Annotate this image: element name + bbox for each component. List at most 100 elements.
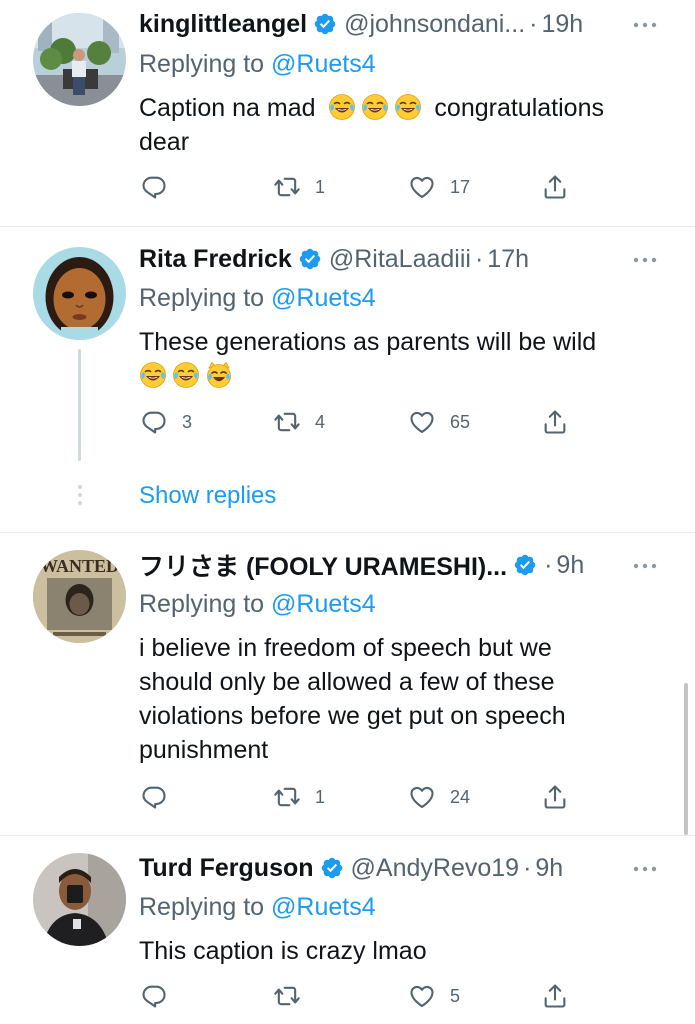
share-icon — [541, 783, 569, 811]
replying-to-label: Replying to — [139, 893, 272, 921]
share-button[interactable] — [541, 408, 569, 436]
thread-connector — [78, 349, 81, 461]
retweet-icon — [273, 982, 301, 1010]
timestamp[interactable]: 17h — [487, 245, 529, 274]
tweet-header: フリさま (FOOLY URAMESHI)... · 9h — [139, 547, 584, 583]
timestamp[interactable]: 9h — [535, 854, 563, 883]
replying-to: Replying to @Ruets4 — [139, 893, 376, 922]
separator-dot: · — [529, 9, 538, 38]
retweet-icon — [273, 408, 301, 436]
heart-icon — [408, 982, 436, 1010]
face-with-tears-of-joy-icon — [328, 93, 356, 121]
reply-tweet[interactable]: Rita Fredrick @RitaLaadiii · 17h Replyin… — [0, 227, 695, 532]
share-button[interactable] — [541, 982, 569, 1010]
like-button[interactable]: 17 — [408, 173, 470, 201]
like-button[interactable]: 65 — [408, 408, 470, 436]
reply-button[interactable] — [140, 982, 182, 1010]
tweet-header: Rita Fredrick @RitaLaadiii · 17h — [139, 241, 529, 277]
replying-to: Replying to @Ruets4 — [139, 284, 376, 313]
like-count: 17 — [450, 176, 471, 197]
retweet-count: 1 — [315, 786, 326, 807]
show-replies-link[interactable]: Show replies — [139, 482, 276, 510]
display-name[interactable]: Rita Fredrick — [139, 245, 292, 274]
replying-to-label: Replying to — [139, 50, 272, 78]
verified-badge-icon — [298, 247, 322, 271]
cat-with-tears-of-joy-icon — [205, 361, 233, 389]
face-with-tears-of-joy-icon — [394, 93, 422, 121]
separator-dot: · — [474, 244, 484, 273]
reply-button[interactable] — [140, 783, 182, 811]
share-button[interactable] — [541, 173, 569, 201]
thread-ellipsis-icon — [77, 484, 83, 506]
tweet-text-line: Caption na mad congratulations dear — [139, 91, 659, 159]
reply-icon — [140, 783, 168, 811]
reply-button[interactable] — [140, 173, 182, 201]
action-bar: 1 24 — [0, 783, 695, 813]
heart-icon — [408, 173, 436, 201]
retweet-button[interactable]: 4 — [273, 408, 325, 436]
timestamp[interactable]: 19h — [541, 10, 583, 39]
avatar[interactable] — [33, 247, 126, 340]
replying-to: Replying to @Ruets4 — [139, 50, 376, 79]
heart-icon — [408, 408, 436, 436]
reply-icon — [140, 173, 168, 201]
separator-dot: · — [523, 853, 532, 882]
reply-icon — [140, 408, 168, 436]
reply-tweet[interactable]: kinglittleangel @johnsondani... · 19h Re… — [0, 0, 695, 225]
tweet-text-line: These generations as parents will be wil… — [139, 328, 597, 356]
more-icon[interactable] — [630, 245, 660, 275]
more-icon[interactable] — [630, 551, 660, 581]
retweet-button[interactable]: 1 — [273, 783, 325, 811]
tweet-text: i believe in freedom of speech but we sh… — [139, 634, 566, 764]
handle[interactable]: @johnsondani... — [344, 10, 525, 39]
face-with-tears-of-joy-icon — [172, 361, 200, 389]
timestamp[interactable]: 9h — [556, 551, 584, 580]
mention-link[interactable]: @Ruets4 — [271, 50, 376, 78]
handle[interactable]: @RitaLaadiii — [329, 245, 471, 274]
share-button[interactable] — [541, 783, 569, 811]
like-count: 24 — [450, 786, 471, 807]
display-name[interactable]: フリさま (FOOLY URAMESHI)... — [139, 547, 507, 583]
mention-link[interactable]: @Ruets4 — [271, 284, 376, 312]
retweet-icon — [273, 783, 301, 811]
reply-tweet[interactable]: WANTED フリさま (FOOLY URAMESHI)... · 9h Rep… — [0, 533, 695, 835]
retweet-button[interactable] — [273, 982, 315, 1010]
more-icon[interactable] — [630, 854, 660, 884]
like-button[interactable]: 24 — [408, 783, 470, 811]
reply-button[interactable]: 3 — [140, 408, 192, 436]
display-name[interactable]: Turd Ferguson — [139, 854, 314, 883]
replying-to-label: Replying to — [139, 590, 272, 618]
face-with-tears-of-joy-icon — [361, 93, 389, 121]
handle[interactable]: @AndyRevo19 — [351, 854, 520, 883]
retweet-button[interactable]: 1 — [273, 173, 325, 201]
reply-tweet[interactable]: Turd Ferguson @AndyRevo19 · 9h Replying … — [0, 836, 695, 1024]
tweet-text: This caption is crazy lmao — [139, 937, 427, 965]
reply-count: 3 — [182, 411, 193, 432]
action-bar: 3 4 65 — [0, 408, 695, 438]
separator-dot: · — [544, 550, 553, 579]
wanted-poster-text: WANTED — [40, 556, 119, 576]
heart-icon — [408, 783, 436, 811]
replying-to-label: Replying to — [139, 284, 272, 312]
scrollbar[interactable] — [684, 683, 688, 835]
tweet-text: These generations as parents will be wil… — [139, 325, 659, 393]
tweet-header: kinglittleangel @johnsondani... · 19h — [139, 6, 583, 42]
tweet-text: Caption na mad congratulations dear — [139, 91, 659, 159]
action-bar: 1 17 — [0, 173, 695, 203]
avatar[interactable]: WANTED — [33, 550, 126, 643]
avatar[interactable] — [33, 853, 126, 946]
avatar[interactable] — [33, 13, 126, 106]
share-icon — [541, 408, 569, 436]
mention-link[interactable]: @Ruets4 — [271, 893, 376, 921]
verified-badge-icon — [513, 553, 537, 577]
emoji-line — [139, 359, 659, 393]
verified-badge-icon — [320, 856, 344, 880]
like-button[interactable]: 5 — [408, 982, 460, 1010]
retweet-count: 4 — [315, 411, 326, 432]
action-bar: 5 — [0, 982, 695, 1012]
more-icon[interactable] — [630, 10, 660, 40]
mention-link[interactable]: @Ruets4 — [271, 590, 376, 618]
like-count: 5 — [450, 985, 461, 1006]
display-name[interactable]: kinglittleangel — [139, 10, 307, 39]
tweet-text-before: Caption na mad — [139, 94, 316, 122]
